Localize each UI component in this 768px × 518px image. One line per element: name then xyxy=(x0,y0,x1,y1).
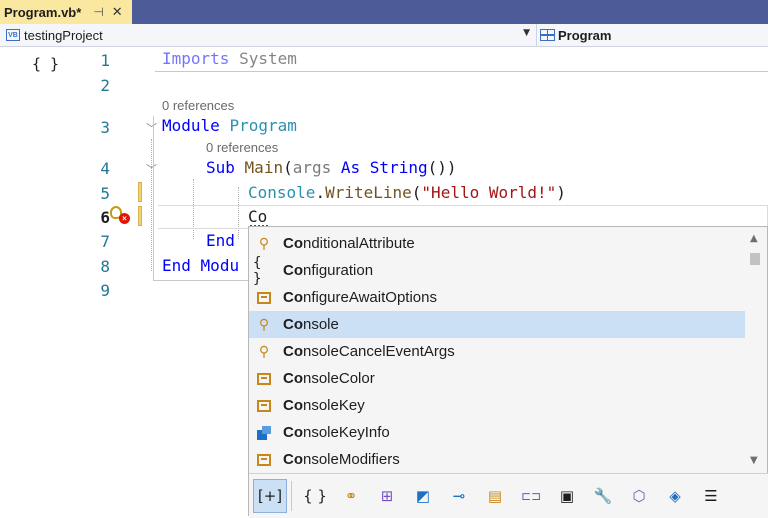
line-number: 7 xyxy=(100,232,110,251)
class-icon xyxy=(540,29,555,41)
line-number: 2 xyxy=(100,76,110,95)
codelens-references[interactable]: 0 references xyxy=(162,98,234,113)
enums-filter-icon[interactable]: ▤ xyxy=(478,479,512,513)
line-number: 5 xyxy=(100,184,110,203)
close-icon[interactable]: ✕ xyxy=(112,5,123,20)
chevron-down-icon: ▼ xyxy=(523,28,530,38)
scroll-down-icon[interactable]: ▼ xyxy=(750,455,758,466)
vb-project-icon: VB xyxy=(6,29,20,41)
code-line-1: Imports System xyxy=(162,49,297,68)
completion-item-selected[interactable]: ⚲ Console xyxy=(249,311,745,338)
modules-filter-icon[interactable]: ⊞ xyxy=(370,479,404,513)
namespaces-filter-icon[interactable]: { } xyxy=(298,479,332,513)
struct-icon xyxy=(253,424,275,442)
code-line-4: Sub Main(args As String()) xyxy=(206,158,457,177)
codelens-references[interactable]: 0 references xyxy=(206,140,278,155)
change-marker xyxy=(138,182,142,202)
completion-item[interactable]: ConsoleModifiers xyxy=(249,446,745,473)
code-line-5: Console.WriteLine("Hello World!") xyxy=(248,183,566,202)
completion-item[interactable]: ConsoleKeyInfo xyxy=(249,419,745,446)
line-number: 3 xyxy=(100,118,110,137)
glyph-margin-icon[interactable]: { } xyxy=(32,55,59,73)
completion-item[interactable]: ⚲ ConditionalAttribute xyxy=(249,230,745,257)
change-marker xyxy=(138,206,142,226)
line-number-current: 6 xyxy=(100,208,110,227)
line-number: 1 xyxy=(100,51,110,70)
scroll-thumb[interactable] xyxy=(750,253,760,265)
line-number: 4 xyxy=(100,159,110,178)
constants-filter-icon[interactable]: ▣ xyxy=(550,479,584,513)
snippets-filter-icon[interactable]: [+] xyxy=(253,479,287,513)
completion-item[interactable]: ConsoleKey xyxy=(249,392,745,419)
document-tab-strip: Program.vb* ⊣ ✕ xyxy=(0,0,768,24)
outline-guide xyxy=(151,139,152,271)
scroll-up-icon[interactable]: ▲ xyxy=(750,233,758,244)
line-number: 9 xyxy=(100,281,110,300)
interfaces-filter-icon[interactable]: ⊸ xyxy=(442,479,476,513)
attribute-icon: ⚲ xyxy=(258,235,270,252)
type-name: Program xyxy=(558,27,612,43)
tab-program-vb[interactable]: Program.vb* ⊣ ✕ xyxy=(0,0,132,24)
filter-separator xyxy=(291,481,292,511)
code-line-8: End Modu xyxy=(162,256,240,275)
completion-item[interactable]: ⚲ ConsoleCancelEventArgs xyxy=(249,338,745,365)
pin-icon[interactable]: ⊣ xyxy=(93,5,103,19)
enum-icon xyxy=(253,370,275,388)
methods-filter-icon[interactable]: ⬡ xyxy=(622,479,656,513)
line-number: 8 xyxy=(100,257,110,276)
lightbulb-error-icon[interactable]: × xyxy=(110,205,130,225)
completion-scrollbar[interactable]: ▲ ▼ xyxy=(745,227,767,472)
project-name: testingProject xyxy=(24,27,103,43)
code-line-7: End xyxy=(206,231,235,250)
intellisense-popup[interactable]: ⚲ ConditionalAttribute { } Configuration… xyxy=(248,226,768,518)
enum-icon xyxy=(253,451,275,469)
enum-icon xyxy=(253,289,275,307)
code-line-3: Module Program xyxy=(162,116,297,135)
completion-item[interactable]: { } Configuration xyxy=(249,254,745,287)
tab-title: Program.vb* xyxy=(4,4,82,20)
code-line-6[interactable]: Co xyxy=(248,207,267,226)
project-dropdown[interactable]: VB testingProject ▼ xyxy=(0,24,537,46)
class-icon: ⚲ xyxy=(258,343,270,360)
keywords-filter-icon[interactable]: ☰ xyxy=(694,479,728,513)
class-icon: ⚲ xyxy=(258,316,270,333)
properties-filter-icon[interactable]: 🔧 xyxy=(586,479,620,513)
completion-filter-bar: [+] { } ⚭ ⊞ ◩ ⊸ ▤ ⊏⊐ ▣ 🔧 ⬡ ◈ ☰ xyxy=(249,473,768,518)
navigation-bar: VB testingProject ▼ Program xyxy=(0,24,768,47)
type-dropdown[interactable]: Program xyxy=(540,24,768,46)
fields-filter-icon[interactable]: ◈ xyxy=(658,479,692,513)
enum-icon xyxy=(253,397,275,415)
classes-filter-icon[interactable]: ⚭ xyxy=(334,479,368,513)
completion-item[interactable]: ConfigureAwaitOptions xyxy=(249,284,745,311)
delegates-filter-icon[interactable]: ⊏⊐ xyxy=(514,479,548,513)
namespace-icon: { } xyxy=(253,254,262,287)
completion-item[interactable]: ConsoleColor xyxy=(249,365,745,392)
structures-filter-icon[interactable]: ◩ xyxy=(406,479,440,513)
